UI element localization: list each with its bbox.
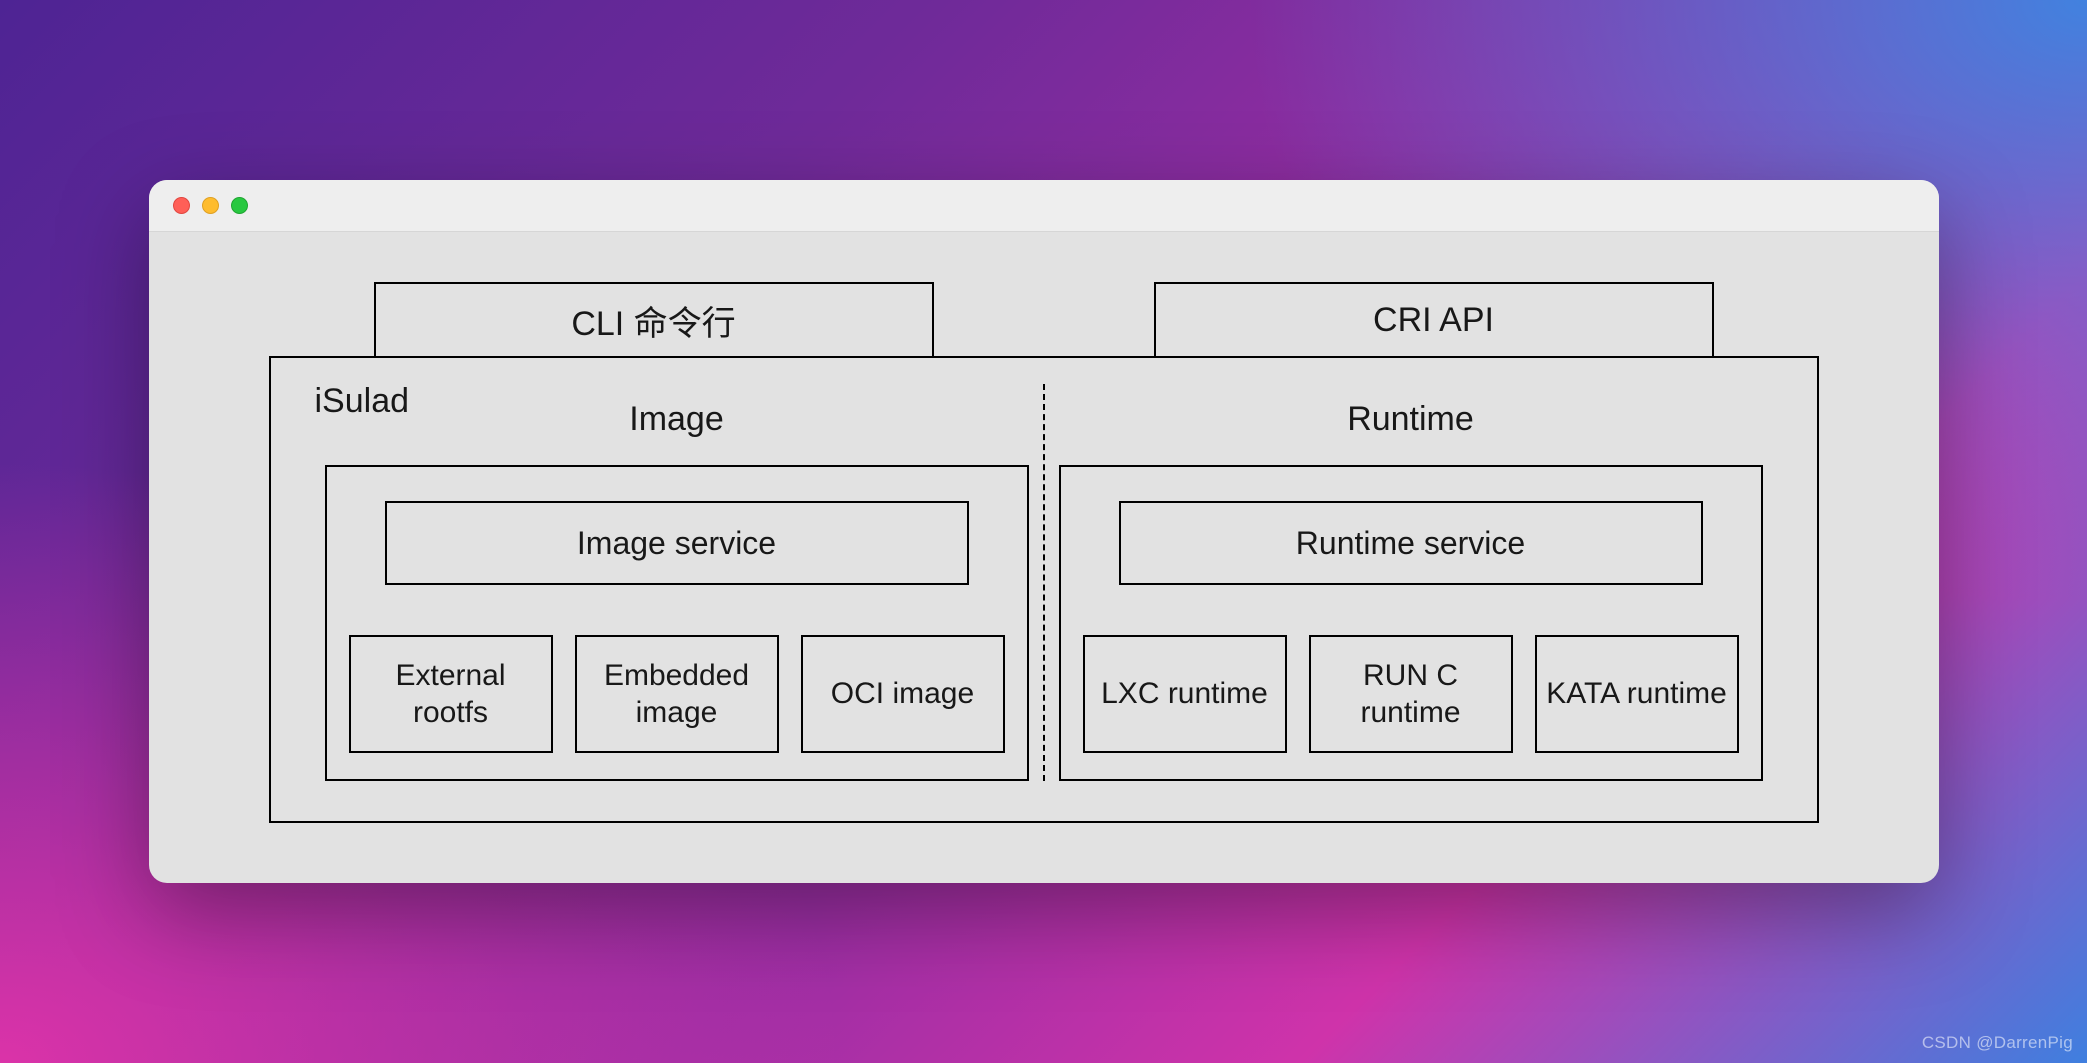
runtime-column-inner: Runtime service LXC runtime RUN C runtim… — [1059, 465, 1763, 781]
window-minimize-button[interactable] — [202, 197, 219, 214]
oci-image-box: OCI image — [801, 635, 1005, 753]
kata-runtime-box: KATA runtime — [1535, 635, 1739, 753]
image-impl-row: External rootfs Embedded image OCI image — [349, 635, 1005, 753]
runtime-impl-row: LXC runtime RUN C runtime KATA runtime — [1083, 635, 1739, 753]
window-titlebar — [149, 180, 1939, 232]
diagram-canvas: CLI 命令行 CRI API iSulad Image Image servi… — [149, 232, 1939, 823]
isulad-box: iSulad Image Image service External root… — [269, 356, 1819, 823]
window-close-button[interactable] — [173, 197, 190, 214]
image-column: Image Image service External rootfs Embe… — [311, 384, 1043, 781]
external-rootfs-box: External rootfs — [349, 635, 553, 753]
cri-api-box: CRI API — [1154, 282, 1714, 358]
api-row: CLI 命令行 CRI API — [269, 282, 1819, 358]
image-column-inner: Image service External rootfs Embedded i… — [325, 465, 1029, 781]
image-column-title: Image — [321, 400, 1033, 439]
lxc-runtime-box: LXC runtime — [1083, 635, 1287, 753]
image-service-box: Image service — [385, 501, 969, 585]
runc-runtime-box: RUN C runtime — [1309, 635, 1513, 753]
cli-box: CLI 命令行 — [374, 282, 934, 358]
app-window: CLI 命令行 CRI API iSulad Image Image servi… — [149, 180, 1939, 883]
isulad-label: iSulad — [315, 382, 410, 421]
runtime-column-title: Runtime — [1055, 400, 1767, 439]
embedded-image-box: Embedded image — [575, 635, 779, 753]
watermark: CSDN @DarrenPig — [1922, 1033, 2073, 1053]
runtime-service-box: Runtime service — [1119, 501, 1703, 585]
runtime-column: Runtime Runtime service LXC runtime RUN … — [1043, 384, 1777, 781]
isulad-columns: Image Image service External rootfs Embe… — [311, 384, 1777, 781]
window-zoom-button[interactable] — [231, 197, 248, 214]
